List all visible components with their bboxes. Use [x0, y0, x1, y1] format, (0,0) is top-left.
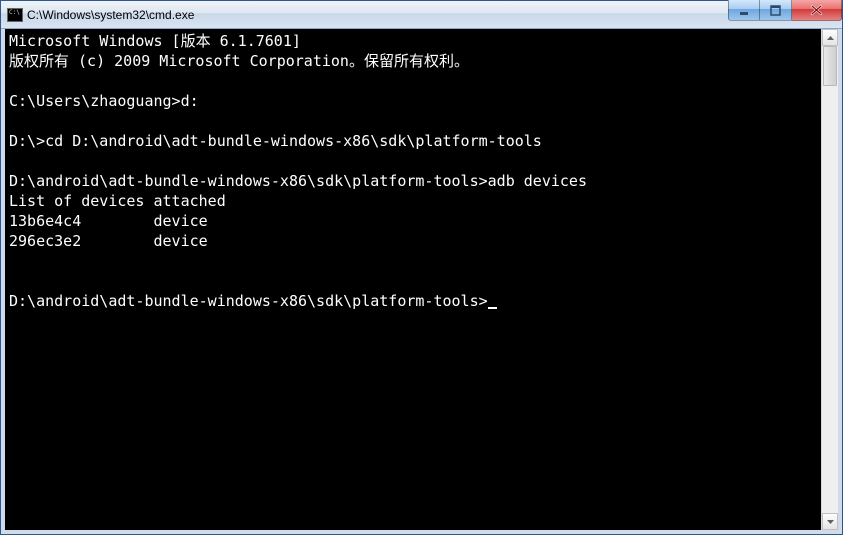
- window-controls: [728, 0, 842, 21]
- prompt: D:\>: [9, 132, 45, 150]
- command: cd D:\android\adt-bundle-windows-x86\sdk…: [45, 132, 542, 150]
- client-area: Microsoft Windows [版本 6.1.7601] 版权所有 (c)…: [1, 29, 842, 534]
- close-icon: [810, 4, 823, 16]
- chevron-down-icon: [827, 520, 834, 524]
- vertical-scrollbar[interactable]: [821, 29, 838, 530]
- window-title: C:\Windows\system32\cmd.exe: [27, 8, 194, 22]
- maximize-icon: [770, 5, 781, 16]
- maximize-button[interactable]: [760, 0, 792, 21]
- cmd-window: C:\Windows\system32\cmd.exe Microsoft Wi…: [0, 0, 843, 535]
- minimize-icon: [739, 5, 750, 16]
- prompt: D:\android\adt-bundle-windows-x86\sdk\pl…: [9, 292, 488, 310]
- text-cursor: [488, 307, 497, 309]
- chevron-up-icon: [827, 36, 834, 40]
- scrollbar-track[interactable]: [822, 46, 838, 513]
- cmd-icon: [7, 8, 23, 22]
- scroll-up-button[interactable]: [822, 29, 838, 46]
- command: adb devices: [488, 172, 587, 190]
- command: d:: [181, 92, 199, 110]
- prompt: C:\Users\zhaoguang>: [9, 92, 181, 110]
- titlebar[interactable]: C:\Windows\system32\cmd.exe: [1, 1, 842, 29]
- scroll-down-button[interactable]: [822, 513, 838, 530]
- copyright-line: 版权所有 (c) 2009 Microsoft Corporation。保留所有…: [9, 52, 469, 70]
- output-line: 296ec3e2 device: [9, 232, 208, 250]
- scrollbar-thumb[interactable]: [823, 46, 837, 86]
- output-line: 13b6e4c4 device: [9, 212, 208, 230]
- terminal-output[interactable]: Microsoft Windows [版本 6.1.7601] 版权所有 (c)…: [5, 29, 821, 530]
- header-line: Microsoft Windows [版本 6.1.7601]: [9, 32, 301, 50]
- output-line: List of devices attached: [9, 192, 226, 210]
- close-button[interactable]: [792, 0, 842, 21]
- minimize-button[interactable]: [728, 0, 760, 21]
- prompt: D:\android\adt-bundle-windows-x86\sdk\pl…: [9, 172, 488, 190]
